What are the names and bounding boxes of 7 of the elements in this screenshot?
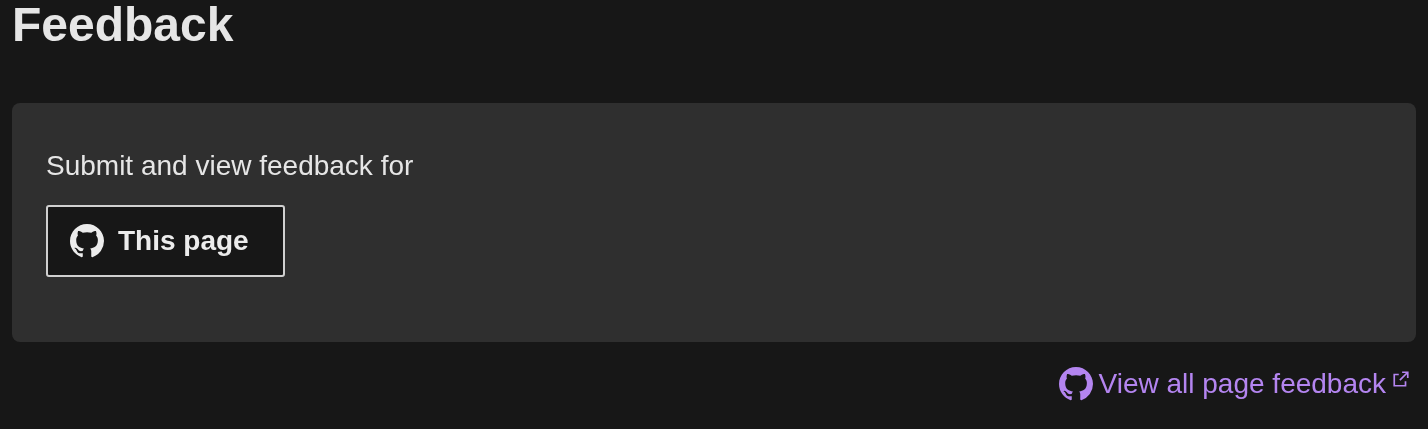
view-feedback-link[interactable]: View all page feedback <box>1058 366 1410 402</box>
github-icon <box>1058 367 1093 401</box>
page-heading: Feedback <box>12 0 234 53</box>
github-icon <box>70 224 104 258</box>
this-page-button[interactable]: This page <box>46 205 285 277</box>
external-link-icon <box>1392 370 1410 388</box>
card-text: Submit and view feedback for <box>46 149 414 183</box>
